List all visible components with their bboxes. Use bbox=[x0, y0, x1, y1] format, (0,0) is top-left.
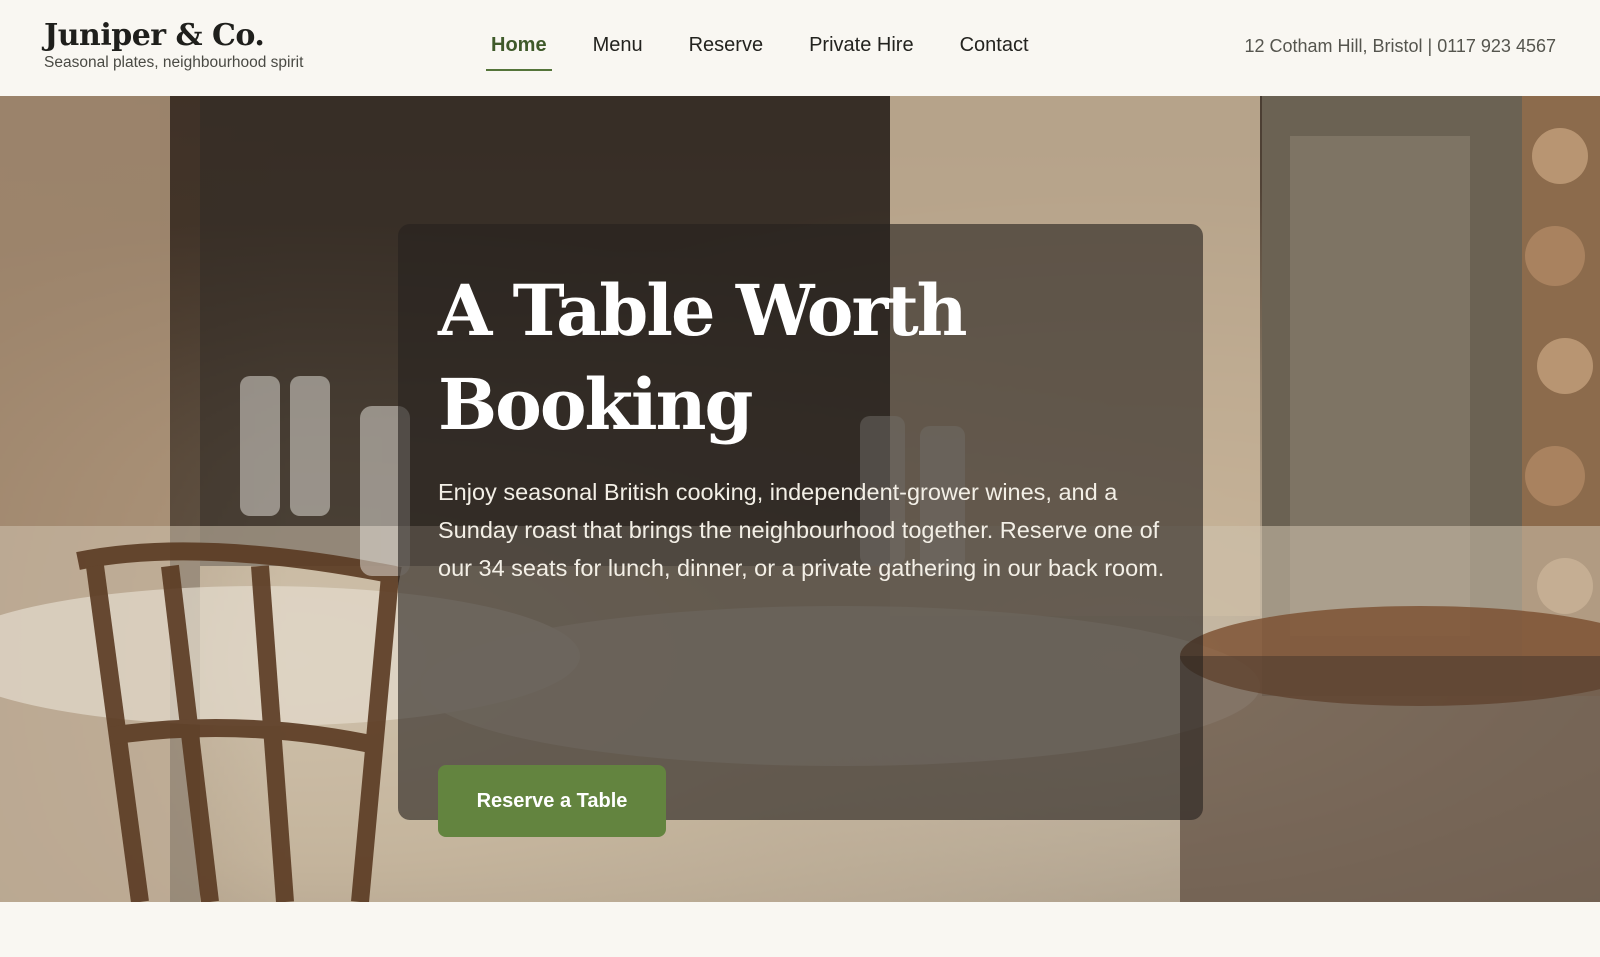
hero-description: Enjoy seasonal British cooking, independ… bbox=[438, 479, 1165, 581]
address-phone: 12 Cotham Hill, Bristol | 0117 923 4567 bbox=[1244, 36, 1556, 56]
hero-section: A Table Worth Booking Enjoy seasonal Bri… bbox=[0, 96, 1600, 902]
reserve-table-button[interactable]: Reserve a Table bbox=[438, 765, 666, 837]
nav-item-reserve[interactable]: Reserve bbox=[684, 30, 768, 71]
brand-name[interactable]: Juniper & Co. bbox=[44, 18, 303, 54]
nav-item-contact[interactable]: Contact bbox=[955, 30, 1034, 71]
nav-item-private-hire[interactable]: Private Hire bbox=[804, 30, 918, 71]
site-header: Juniper & Co. Seasonal plates, neighbour… bbox=[0, 0, 1600, 96]
nav-item-menu[interactable]: Menu bbox=[588, 30, 648, 71]
main-nav: Home Menu Reserve Private Hire Contact bbox=[486, 30, 1034, 71]
brand-tagline: Seasonal plates, neighbourhood spirit bbox=[44, 54, 304, 71]
page-bottom-strip bbox=[0, 902, 1600, 957]
brand[interactable]: Juniper & Co. Seasonal plates, neighbour… bbox=[44, 18, 303, 72]
nav-item-home[interactable]: Home bbox=[486, 30, 552, 71]
hero-title: A Table Worth Booking bbox=[438, 269, 968, 446]
